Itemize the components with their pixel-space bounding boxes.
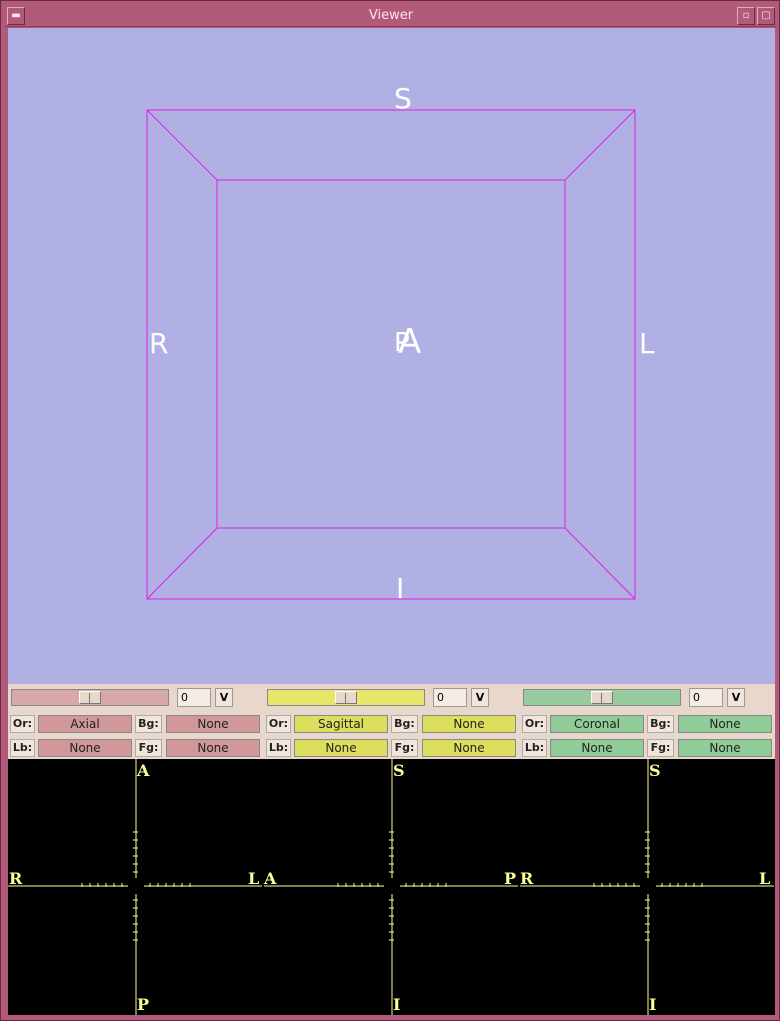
- sagittal-lb-label: Lb:: [266, 739, 291, 757]
- sagittal-label-left: A: [264, 869, 277, 888]
- slice-crosshairs: [8, 759, 774, 1015]
- coronal-label-top: S: [649, 761, 661, 780]
- axial-bg-label: Bg:: [135, 715, 162, 733]
- coronal-slice-slider[interactable]: [523, 689, 681, 706]
- orient-label-front: A: [398, 322, 422, 362]
- orient-label-right: L: [639, 327, 655, 360]
- coronal-lb-label: Lb:: [522, 739, 547, 757]
- sagittal-label-right: P: [504, 869, 517, 888]
- axial-bg-menu[interactable]: None: [166, 715, 260, 733]
- coronal-bg-label: Bg:: [647, 715, 674, 733]
- axial-orient-menu[interactable]: Axial: [38, 715, 132, 733]
- axial-slice-slider[interactable]: [11, 689, 169, 706]
- sagittal-label-top: S: [393, 761, 405, 780]
- axial-label-top: A: [137, 761, 150, 780]
- coronal-label-right: L: [759, 869, 771, 888]
- slice-views: A P R L S I A P S I R L: [8, 759, 775, 1015]
- sagittal-bg-menu[interactable]: None: [422, 715, 516, 733]
- axial-slider-thumb[interactable]: [79, 691, 101, 704]
- window-title: Viewer: [368, 8, 414, 23]
- sagittal-slice-slider[interactable]: [267, 689, 425, 706]
- axial-lb-menu[interactable]: None: [38, 739, 132, 757]
- coronal-label-bottom: I: [649, 995, 657, 1014]
- minimize-icon: ▫: [742, 10, 750, 21]
- orient-label-left: R: [149, 327, 169, 360]
- coronal-fg-menu[interactable]: None: [678, 739, 772, 757]
- sagittal-orient-menu[interactable]: Sagittal: [294, 715, 388, 733]
- sagittal-lb-menu[interactable]: None: [294, 739, 388, 757]
- sagittal-label-bottom: I: [393, 995, 401, 1014]
- 3d-view[interactable]: S I R L P A: [8, 28, 775, 684]
- box-edge-bottom-right: [564, 527, 636, 600]
- coronal-view-button[interactable]: V: [727, 688, 745, 707]
- coronal-label-left: R: [520, 869, 534, 888]
- maximize-icon: ▢: [761, 10, 771, 21]
- axial-lb-label: Lb:: [10, 739, 35, 757]
- outer-box-face: [146, 109, 636, 600]
- orient-label-bottom: I: [396, 572, 405, 605]
- sagittal-slider-thumb[interactable]: [335, 691, 357, 704]
- sagittal-bg-label: Bg:: [391, 715, 418, 733]
- coronal-fg-label: Fg:: [647, 739, 674, 757]
- axial-slice-number[interactable]: 0: [177, 688, 211, 707]
- sagittal-or-label: Or:: [266, 715, 291, 733]
- maximize-button[interactable]: ▢: [757, 7, 775, 25]
- coronal-or-label: Or:: [522, 715, 547, 733]
- coronal-orient-menu[interactable]: Coronal: [550, 715, 644, 733]
- coronal-lb-menu[interactable]: None: [550, 739, 644, 757]
- slice-controls: 0 V Or: Axial Bg: None Lb: None Fg: None…: [8, 684, 775, 759]
- sagittal-fg-label: Fg:: [391, 739, 418, 757]
- axial-label-left: R: [9, 869, 23, 888]
- sagittal-slice-number[interactable]: 0: [433, 688, 467, 707]
- title-bar[interactable]: ▬ Viewer ▫ ▢: [5, 5, 777, 27]
- coronal-bg-menu[interactable]: None: [678, 715, 772, 733]
- axial-label-bottom: P: [137, 995, 150, 1014]
- sagittal-fg-menu[interactable]: None: [422, 739, 516, 757]
- axial-fg-menu[interactable]: None: [166, 739, 260, 757]
- coronal-slice-number[interactable]: 0: [689, 688, 723, 707]
- axial-or-label: Or:: [10, 715, 35, 733]
- box-edge-top-left: [146, 109, 218, 181]
- box-edge-top-right: [564, 109, 636, 181]
- 3d-bounding-box: [146, 109, 636, 600]
- minimize-button[interactable]: ▫: [737, 7, 755, 25]
- axial-label-right: L: [248, 869, 260, 888]
- box-edge-bottom-left: [146, 527, 218, 600]
- orient-label-top: S: [394, 82, 412, 115]
- coronal-slider-thumb[interactable]: [591, 691, 613, 704]
- viewer-window: ▬ Viewer ▫ ▢ S I R L P A 0 V Or: Axial B…: [0, 0, 780, 1021]
- inner-box-face: [216, 179, 566, 529]
- axial-view-button[interactable]: V: [215, 688, 233, 707]
- sagittal-view-button[interactable]: V: [471, 688, 489, 707]
- axial-fg-label: Fg:: [135, 739, 162, 757]
